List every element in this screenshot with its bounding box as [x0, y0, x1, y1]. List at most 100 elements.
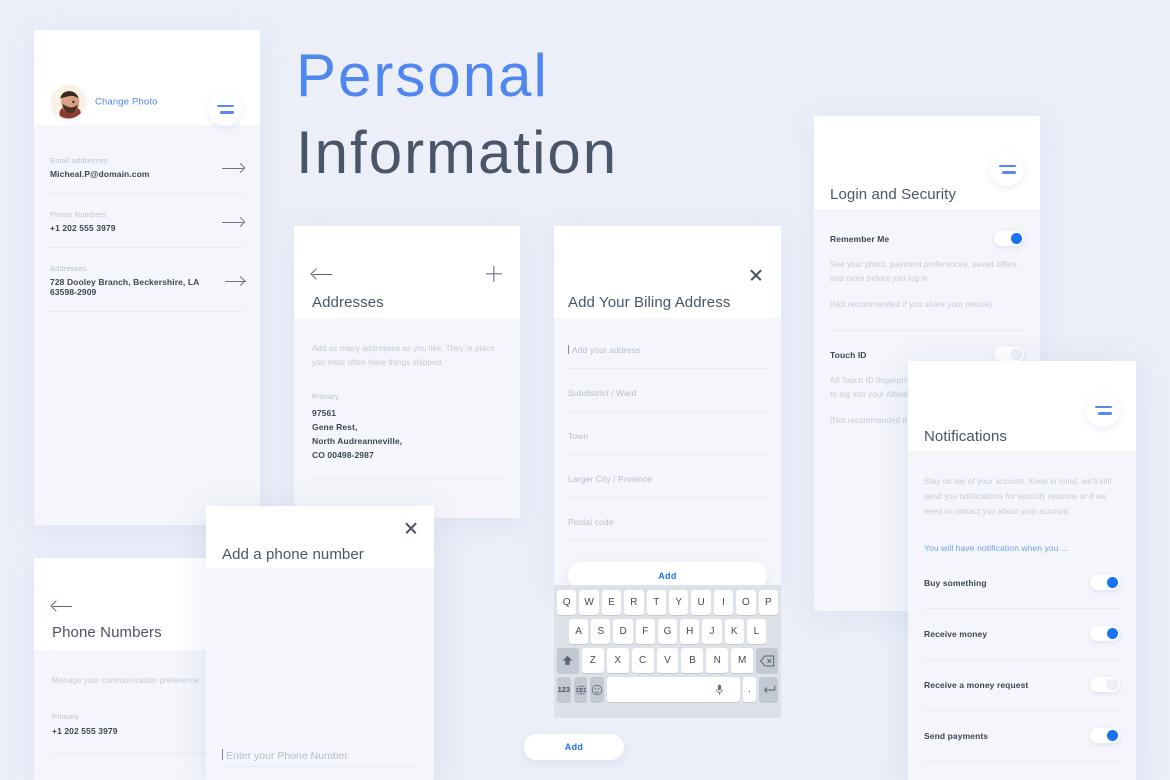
- page-title: Personal Information: [296, 38, 618, 192]
- page-title-line2: Information: [296, 118, 619, 186]
- panel-title: Add Your Biling Address: [568, 294, 731, 311]
- arrow-left-icon[interactable]: [52, 600, 72, 612]
- key-u[interactable]: U: [691, 590, 711, 615]
- hamburger-icon[interactable]: [208, 92, 242, 126]
- row-label: Addresses: [50, 264, 87, 273]
- text-caret: [568, 345, 569, 354]
- on-screen-keyboard[interactable]: Q W E R T Y U I O P A S D F G H J K L Z …: [554, 585, 781, 718]
- plus-icon[interactable]: [486, 266, 502, 282]
- profile-row-email[interactable]: Email addresses Micheal.P@domain.com: [50, 150, 244, 193]
- key-z[interactable]: Z: [581, 648, 604, 673]
- notifications-link[interactable]: You will have notification when you ...: [924, 543, 1120, 553]
- notification-toggle-row: Receive money: [924, 626, 1120, 642]
- toggle-knob: [1011, 233, 1022, 244]
- key-h[interactable]: H: [680, 619, 700, 644]
- key-m[interactable]: M: [731, 648, 754, 673]
- subdistrict-input[interactable]: Subdistrict / Ward: [568, 369, 767, 411]
- notification-toggle-row: Send payments: [924, 728, 1120, 744]
- key-f[interactable]: F: [635, 619, 655, 644]
- key-d[interactable]: D: [613, 619, 633, 644]
- item-label: Touch ID: [830, 349, 867, 360]
- key-l[interactable]: L: [746, 619, 766, 644]
- postal-code-input[interactable]: Postal code: [568, 498, 767, 540]
- key-y[interactable]: Y: [669, 590, 689, 615]
- key-x[interactable]: X: [606, 648, 629, 673]
- microphone-icon[interactable]: [715, 683, 724, 696]
- key-v[interactable]: V: [656, 648, 679, 673]
- key-r[interactable]: R: [624, 590, 644, 615]
- key-c[interactable]: C: [631, 648, 654, 673]
- close-icon[interactable]: [404, 521, 418, 535]
- avatar[interactable]: [52, 85, 85, 119]
- spacebar[interactable]: [607, 677, 740, 702]
- send-payments-toggle[interactable]: [1090, 728, 1120, 744]
- receive-money-request-toggle[interactable]: [1090, 677, 1120, 693]
- backspace-glyph: [759, 655, 774, 666]
- key-q[interactable]: Q: [556, 590, 577, 615]
- add-phone-header: Add a phone number: [206, 506, 434, 568]
- arrow-left-icon[interactable]: [312, 268, 332, 280]
- receive-money-toggle[interactable]: [1090, 626, 1120, 642]
- add-button[interactable]: Add: [524, 734, 624, 760]
- touch-id-toggle[interactable]: [994, 347, 1024, 362]
- profile-row-phone[interactable]: Phone Numbers +1 202 555 3979: [50, 194, 244, 247]
- keyboard-row-2: A S D F G H J K L: [557, 619, 778, 644]
- notification-toggle-row: Receive a money request: [924, 677, 1120, 693]
- primary-label: Primary: [312, 392, 339, 401]
- panel-title: Phone Numbers: [52, 624, 162, 641]
- period-key[interactable]: .: [742, 677, 757, 702]
- hamburger-icon[interactable]: [1086, 393, 1120, 427]
- key-b[interactable]: B: [681, 648, 704, 673]
- text-caret: [222, 749, 223, 760]
- key-p[interactable]: P: [758, 590, 779, 615]
- addresses-description: Add as many addresses as you like. They'…: [312, 344, 495, 367]
- panel-title: Notifications: [924, 428, 1008, 445]
- row-value: Micheal.P@domain.com: [50, 169, 150, 179]
- shift-up-icon[interactable]: [557, 648, 579, 673]
- login-card-header: Login and Security: [814, 116, 1040, 209]
- arrow-right-icon[interactable]: [222, 217, 244, 227]
- toggle-label: Send payments: [924, 730, 989, 741]
- row-label: Phone Numbers: [50, 210, 107, 219]
- key-j[interactable]: J: [702, 619, 722, 644]
- toggle-label: Buy something: [924, 577, 987, 588]
- remember-me-toggle[interactable]: [994, 231, 1024, 246]
- buy-something-toggle[interactable]: [1090, 575, 1120, 591]
- hamburger-icon[interactable]: [990, 152, 1024, 186]
- emoji-icon[interactable]: [590, 677, 605, 702]
- key-e[interactable]: E: [601, 590, 622, 615]
- address-input[interactable]: Add your address: [568, 340, 767, 368]
- profile-row-addresses[interactable]: Addresses 728 Dooley Branch, Beckershire…: [50, 248, 246, 311]
- divider: [568, 540, 767, 541]
- key-w[interactable]: W: [579, 590, 599, 615]
- globe-icon[interactable]: [573, 677, 588, 702]
- profile-card-body: Email addresses Micheal.P@domain.com Pho…: [34, 125, 260, 525]
- key-k[interactable]: K: [724, 619, 744, 644]
- enter-return-icon[interactable]: [759, 677, 778, 702]
- panel-title: Login and Security: [830, 186, 957, 203]
- province-input[interactable]: Larger City / Province: [568, 455, 767, 497]
- town-input[interactable]: Town: [568, 412, 767, 454]
- divider: [924, 659, 1120, 661]
- key-s[interactable]: S: [591, 619, 611, 644]
- arrow-right-icon[interactable]: [222, 163, 244, 173]
- divider: [924, 710, 1120, 712]
- profile-card: Change Photo Email addresses Micheal.P@d…: [34, 30, 260, 525]
- key-i[interactable]: I: [713, 590, 734, 615]
- backspace-icon[interactable]: [756, 648, 779, 673]
- globe-glyph: [575, 684, 586, 695]
- item-description: See your photo, payment preferences, sav…: [830, 260, 1019, 283]
- toggle-knob: [1107, 628, 1118, 640]
- key-o[interactable]: O: [736, 590, 756, 615]
- key-t[interactable]: T: [646, 590, 666, 615]
- key-g[interactable]: G: [657, 619, 678, 644]
- phone-number-input[interactable]: Enter your Phone Number: [222, 746, 348, 764]
- arrow-right-icon[interactable]: [225, 276, 246, 286]
- numbers-key[interactable]: 123: [557, 677, 571, 702]
- divider: [924, 761, 1120, 763]
- close-icon[interactable]: [749, 268, 763, 282]
- key-n[interactable]: N: [706, 648, 729, 673]
- keyboard-row-4: 123 .: [557, 677, 778, 702]
- change-photo-link[interactable]: Change Photo: [95, 97, 158, 108]
- key-a[interactable]: A: [569, 619, 589, 644]
